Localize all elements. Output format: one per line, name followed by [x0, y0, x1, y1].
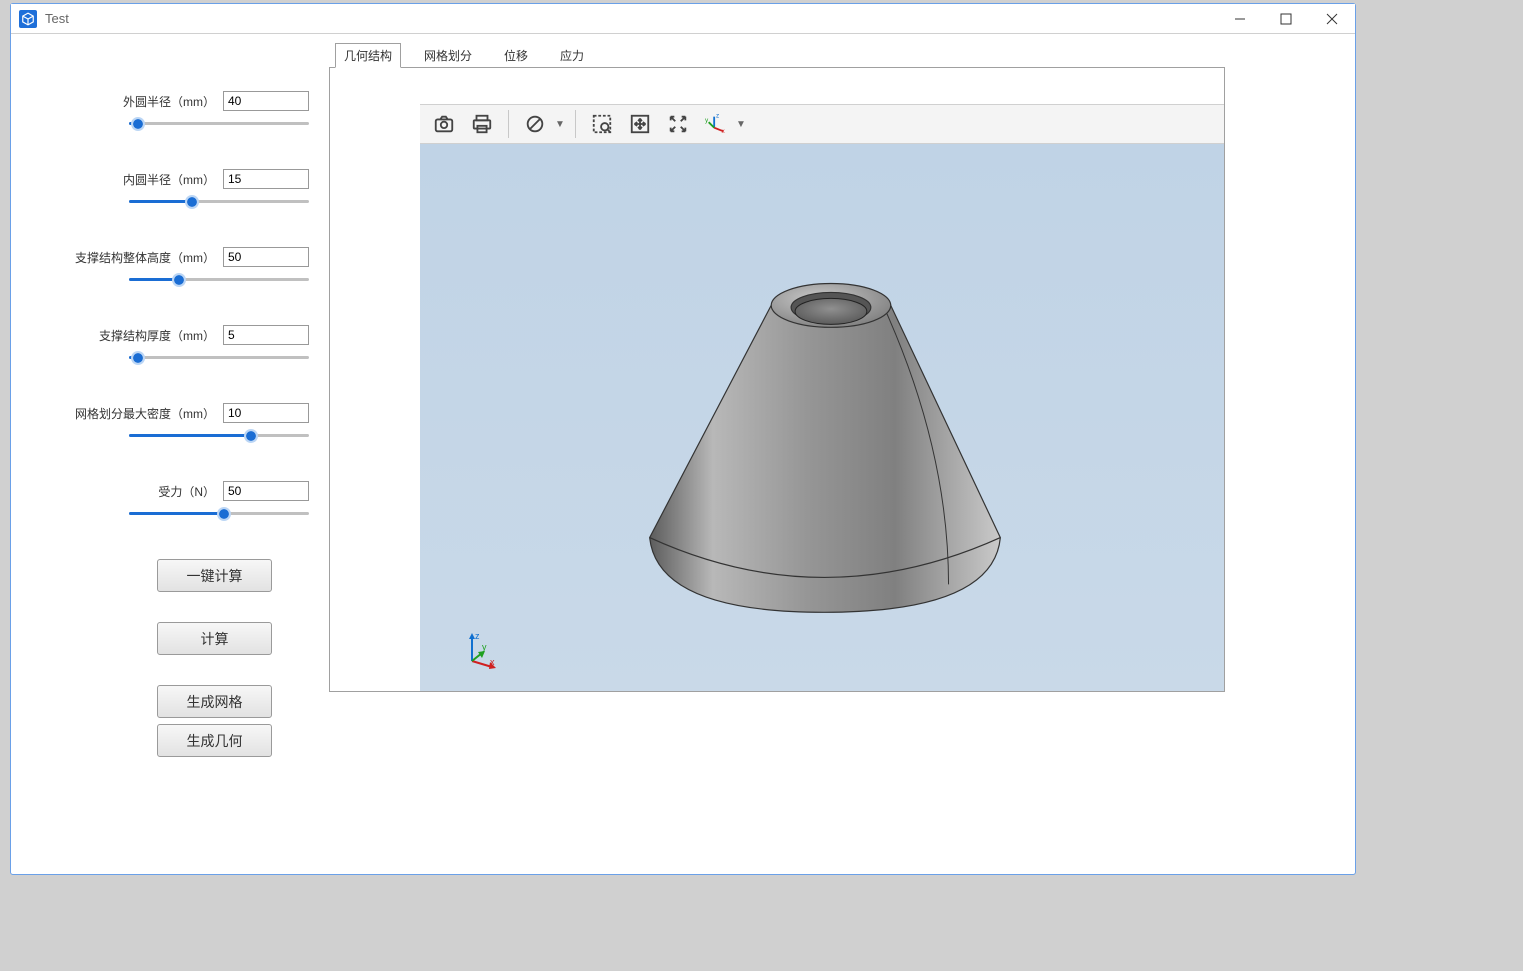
generate-geometry-button[interactable]: 生成几何: [157, 724, 272, 757]
tab-displacement[interactable]: 位移: [495, 43, 537, 68]
param-outer-radius: 外圆半径（mm）: [29, 91, 329, 131]
axis-z-label: z: [475, 631, 480, 641]
main-area: 几何结构 网格划分 位移 应力 ▼: [329, 46, 1337, 856]
force-input[interactable]: [223, 481, 309, 501]
generate-mesh-button[interactable]: 生成网格: [157, 685, 272, 718]
thickness-slider[interactable]: [129, 351, 309, 365]
inner-radius-slider[interactable]: [129, 195, 309, 209]
mesh-density-slider[interactable]: [129, 429, 309, 443]
one-click-calculate-button[interactable]: 一键计算: [157, 559, 272, 592]
close-button[interactable]: [1309, 4, 1355, 34]
view-tabs: 几何结构 网格划分 位移 应力: [329, 46, 1337, 68]
tab-stress[interactable]: 应力: [551, 43, 593, 68]
tab-geometry[interactable]: 几何结构: [335, 43, 401, 68]
pan-icon[interactable]: [622, 108, 658, 140]
param-mesh-density: 网格划分最大密度（mm）: [29, 403, 329, 443]
outer-radius-slider[interactable]: [129, 117, 309, 131]
maximize-button[interactable]: [1263, 4, 1309, 34]
window-title: Test: [45, 11, 69, 26]
dropdown-caret-icon[interactable]: ▼: [736, 119, 748, 130]
parameters-sidebar: 外圆半径（mm） 内圆半径（mm） 支撑结构整体高度（mm）: [29, 46, 329, 856]
axes-icon[interactable]: zxy: [698, 108, 734, 140]
viewport-toolbar: ▼ zxy ▼: [420, 104, 1224, 144]
height-slider[interactable]: [129, 273, 309, 287]
dropdown-caret-icon[interactable]: ▼: [555, 119, 567, 130]
height-input[interactable]: [223, 247, 309, 267]
thickness-input[interactable]: [223, 325, 309, 345]
tab-mesh[interactable]: 网格划分: [415, 43, 481, 68]
svg-text:x: x: [722, 128, 726, 135]
axis-y-label: y: [482, 642, 487, 652]
titlebar: Test: [11, 4, 1355, 34]
param-label: 网格划分最大密度（mm）: [75, 405, 215, 422]
minimize-button[interactable]: [1217, 4, 1263, 34]
forbid-icon[interactable]: [517, 108, 553, 140]
viewport: ▼ zxy ▼: [329, 67, 1225, 692]
print-icon[interactable]: [464, 108, 500, 140]
param-label: 支撑结构整体高度（mm）: [75, 249, 215, 266]
param-label: 支撑结构厚度（mm）: [99, 327, 215, 344]
inner-radius-input[interactable]: [223, 169, 309, 189]
camera-icon[interactable]: [426, 108, 462, 140]
param-height: 支撑结构整体高度（mm）: [29, 247, 329, 287]
calculate-button[interactable]: 计算: [157, 622, 272, 655]
app-window: Test 外圆半径（mm） 内圆半径（mm）: [10, 3, 1356, 875]
3d-canvas[interactable]: z x y: [420, 144, 1224, 691]
outer-radius-input[interactable]: [223, 91, 309, 111]
geometry-render: [420, 144, 1224, 691]
axis-gizmo: z x y: [460, 631, 500, 671]
param-thickness: 支撑结构厚度（mm）: [29, 325, 329, 365]
axis-x-label: x: [490, 657, 495, 667]
param-force: 受力（N）: [29, 481, 329, 521]
svg-text:z: z: [716, 113, 719, 120]
app-icon: [19, 10, 37, 28]
param-label: 受力（N）: [158, 483, 215, 500]
fit-extents-icon[interactable]: [660, 108, 696, 140]
param-inner-radius: 内圆半径（mm）: [29, 169, 329, 209]
param-label: 内圆半径（mm）: [123, 171, 215, 188]
zoom-box-icon[interactable]: [584, 108, 620, 140]
param-label: 外圆半径（mm）: [123, 93, 215, 110]
force-slider[interactable]: [129, 507, 309, 521]
mesh-density-input[interactable]: [223, 403, 309, 423]
